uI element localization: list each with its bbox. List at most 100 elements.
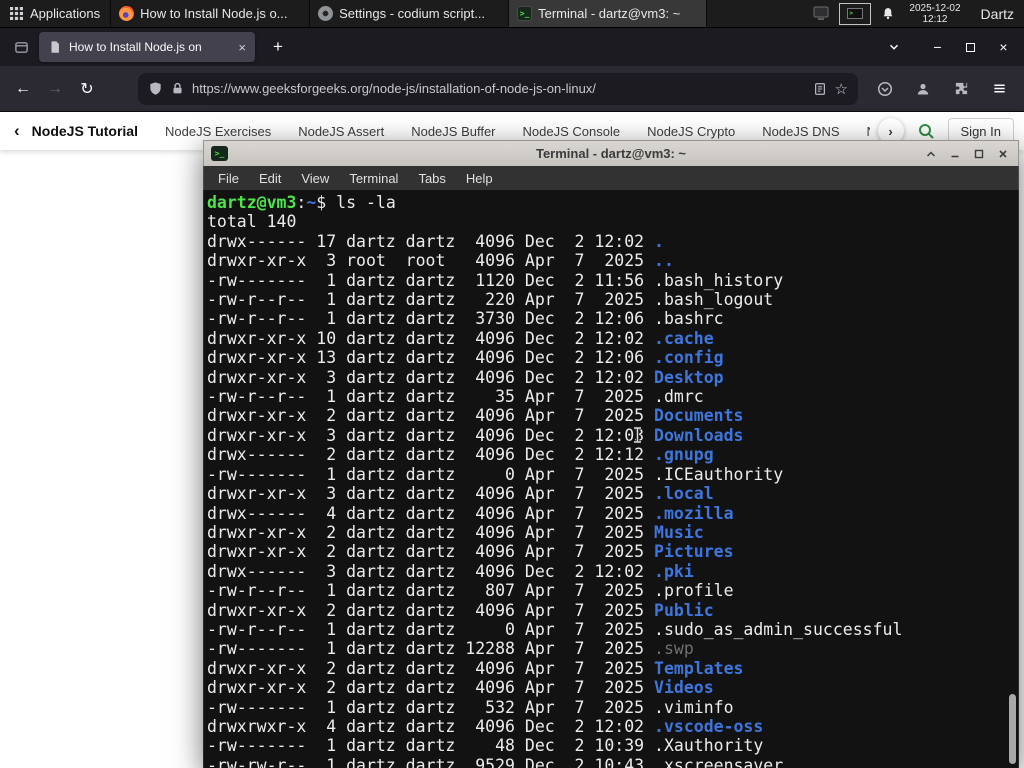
pocket-icon[interactable] (868, 74, 902, 104)
terminal-menu-tabs[interactable]: Tabs (408, 171, 455, 186)
terminal-minimize-button[interactable] (948, 147, 962, 161)
browser-tab[interactable]: How to Install Node.js on × (39, 32, 255, 62)
directory-name: .mozilla (654, 503, 734, 523)
gfg-nav-item[interactable]: NodeJS DNS (762, 124, 839, 139)
shield-icon[interactable] (148, 81, 163, 96)
applications-button[interactable]: Applications (0, 0, 110, 27)
terminal-body[interactable]: dartz@vm3:~$ ls -la total 140 drwx------… (203, 190, 1019, 768)
window-close-button[interactable]: × (987, 32, 1020, 62)
file-name: .bash_history (654, 270, 784, 290)
taskbar-window-button[interactable]: How to Install Node.js o... (110, 0, 309, 27)
terminal-output-line: drwx------ 2 dartz dartz 4096 Dec 2 12:1… (207, 445, 1018, 464)
tray-icon[interactable] (813, 6, 829, 21)
chevron-down-icon (889, 44, 899, 50)
file-meta: drwxr-xr-x 2 dartz dartz 4096 Apr 7 2025 (207, 658, 655, 678)
gfg-nav-item[interactable]: NodeJS Crypto (647, 124, 735, 139)
gfg-nav-item[interactable]: NodeJS Assert (298, 124, 384, 139)
taskbar-window-button[interactable]: >_ Terminal - dartz@vm3: ~ (508, 0, 708, 27)
terminal-shade-button[interactable] (924, 147, 938, 161)
tab-close-icon[interactable]: × (238, 41, 246, 54)
terminal-output-line: drwxr-xr-x 2 dartz dartz 4096 Apr 7 2025… (207, 601, 1018, 620)
terminal-command: ls -la (336, 193, 396, 212)
file-name: .bash_logout (654, 290, 774, 310)
terminal-output-line: drwxr-xr-x 2 dartz dartz 4096 Apr 7 2025… (207, 659, 1018, 678)
terminal-scrollbar-thumb[interactable] (1009, 694, 1016, 764)
gfg-nav-item[interactable]: NodeJS Buffer (411, 124, 495, 139)
reload-button[interactable]: ↻ (72, 74, 102, 104)
directory-name: . (654, 231, 664, 251)
desktop: Applications How to Install Node.js o...… (0, 0, 1024, 768)
firefox-view-button[interactable] (14, 40, 29, 55)
applications-label: Applications (30, 6, 101, 21)
file-meta: drwxr-xr-x 3 root root 4096 Apr 7 2025 (207, 251, 655, 271)
terminal-scrollbar[interactable] (1006, 190, 1018, 768)
back-button[interactable]: ← (8, 74, 38, 104)
terminal-close-button[interactable] (996, 147, 1010, 161)
directory-name: Documents (654, 406, 744, 426)
bookmark-star-icon[interactable]: ☆ (835, 80, 848, 98)
url-bar[interactable]: https://www.geeksforgeeks.org/node-js/in… (138, 72, 858, 105)
gfg-nav-item[interactable]: NodeJS Exercises (165, 124, 271, 139)
taskbar: Applications How to Install Node.js o...… (0, 0, 1024, 28)
forward-button[interactable]: → (40, 74, 70, 104)
bell-icon[interactable] (881, 6, 895, 21)
file-name: .ICEauthority (654, 464, 784, 484)
file-meta: drwxr-xr-x 13 dartz dartz 4096 Dec 2 12:… (207, 348, 655, 368)
terminal-output-line: drwxrwxr-x 4 dartz dartz 4096 Dec 2 12:0… (207, 717, 1018, 736)
terminal-output-line: drwx------ 3 dartz dartz 4096 Dec 2 12:0… (207, 562, 1018, 581)
terminal-output-line: -rw-r--r-- 1 dartz dartz 0 Apr 7 2025 .s… (207, 620, 1018, 639)
file-meta: drwx------ 3 dartz dartz 4096 Dec 2 12:0… (207, 561, 655, 581)
menu-button[interactable] (982, 74, 1016, 104)
terminal-output-line: drwxr-xr-x 3 dartz dartz 4096 Dec 2 12:0… (207, 426, 1018, 445)
clock-date: 2025-12-02 (909, 2, 961, 14)
nav-bar: ← → ↻ https://www.geeksforgeeks.org/node… (0, 66, 1024, 112)
terminal-menu-file[interactable]: File (208, 171, 249, 186)
terminal-menu-help[interactable]: Help (456, 171, 503, 186)
terminal-output-line: -rw-r--r-- 1 dartz dartz 35 Apr 7 2025 .… (207, 387, 1018, 406)
terminal-app-icon: >_ (211, 146, 228, 161)
terminal-maximize-button[interactable] (972, 147, 986, 161)
directory-name: Pictures (654, 542, 734, 562)
search-icon[interactable] (917, 122, 935, 140)
lock-icon[interactable] (171, 82, 184, 95)
file-meta: -rw------- 1 dartz dartz 532 Apr 7 2025 (207, 697, 655, 717)
file-meta: -rw------- 1 dartz dartz 48 Dec 2 10:39 (207, 736, 655, 756)
prompt-user-host: dartz@vm3 (207, 193, 297, 212)
terminal-menu-view[interactable]: View (291, 171, 339, 186)
prompt-colon: : (296, 193, 307, 212)
window-maximize-button[interactable] (954, 32, 987, 62)
terminal-titlebar[interactable]: >_ Terminal - dartz@vm3: ~ (203, 140, 1019, 166)
settings-icon (318, 6, 334, 21)
gfg-nav-item[interactable]: NodeJS Console (523, 124, 621, 139)
terminal-output-line: -rw------- 1 dartz dartz 0 Apr 7 2025 .I… (207, 465, 1018, 484)
reader-mode-icon[interactable] (813, 82, 827, 96)
file-name: .dmrc (654, 387, 704, 407)
terminal-menu-terminal[interactable]: Terminal (339, 171, 408, 186)
file-meta: -rw------- 1 dartz dartz 1120 Dec 2 11:5… (207, 270, 655, 290)
account-icon[interactable] (906, 74, 940, 104)
extensions-icon[interactable] (944, 74, 978, 104)
tray-terminal-icon[interactable]: > (839, 2, 872, 25)
list-all-tabs-button[interactable] (887, 40, 901, 54)
file-meta: drwxr-xr-x 2 dartz dartz 4096 Apr 7 2025 (207, 522, 655, 542)
terminal-output-line: drwx------ 4 dartz dartz 4096 Apr 7 2025… (207, 504, 1018, 523)
terminal-output-line: drwxr-xr-x 3 root root 4096 Apr 7 2025 .… (207, 251, 1018, 270)
close-icon (999, 149, 1007, 158)
gfg-scroll-left-icon[interactable]: ‹ (14, 121, 20, 141)
terminal-output-line: drwxr-xr-x 3 dartz dartz 4096 Apr 7 2025… (207, 484, 1018, 503)
prompt-path: ~ (306, 193, 317, 212)
directory-name: .pki (654, 561, 694, 581)
terminal-output-line: -rw-r--r-- 1 dartz dartz 3730 Dec 2 12:0… (207, 309, 1018, 328)
clock[interactable]: 2025-12-02 12:12 (909, 3, 960, 25)
terminal-menu-edit[interactable]: Edit (249, 171, 291, 186)
file-meta: drwxr-xr-x 2 dartz dartz 4096 Apr 7 2025 (207, 678, 655, 698)
new-tab-button[interactable]: + (265, 37, 291, 57)
window-minimize-button[interactable]: − (921, 32, 954, 62)
tab-bar: How to Install Node.js on × + − × (0, 28, 1024, 66)
terminal-prompt-line: dartz@vm3:~$ ls -la (207, 193, 1018, 212)
taskbar-window-button[interactable]: Settings - codium script... (309, 0, 508, 27)
tray-terminal-glyph: > (847, 8, 864, 19)
directory-name: Music (654, 522, 704, 542)
gfg-nav-item[interactable]: NodeJS Tutorial (32, 123, 138, 139)
file-meta: drwxr-xr-x 2 dartz dartz 4096 Apr 7 2025 (207, 406, 655, 426)
